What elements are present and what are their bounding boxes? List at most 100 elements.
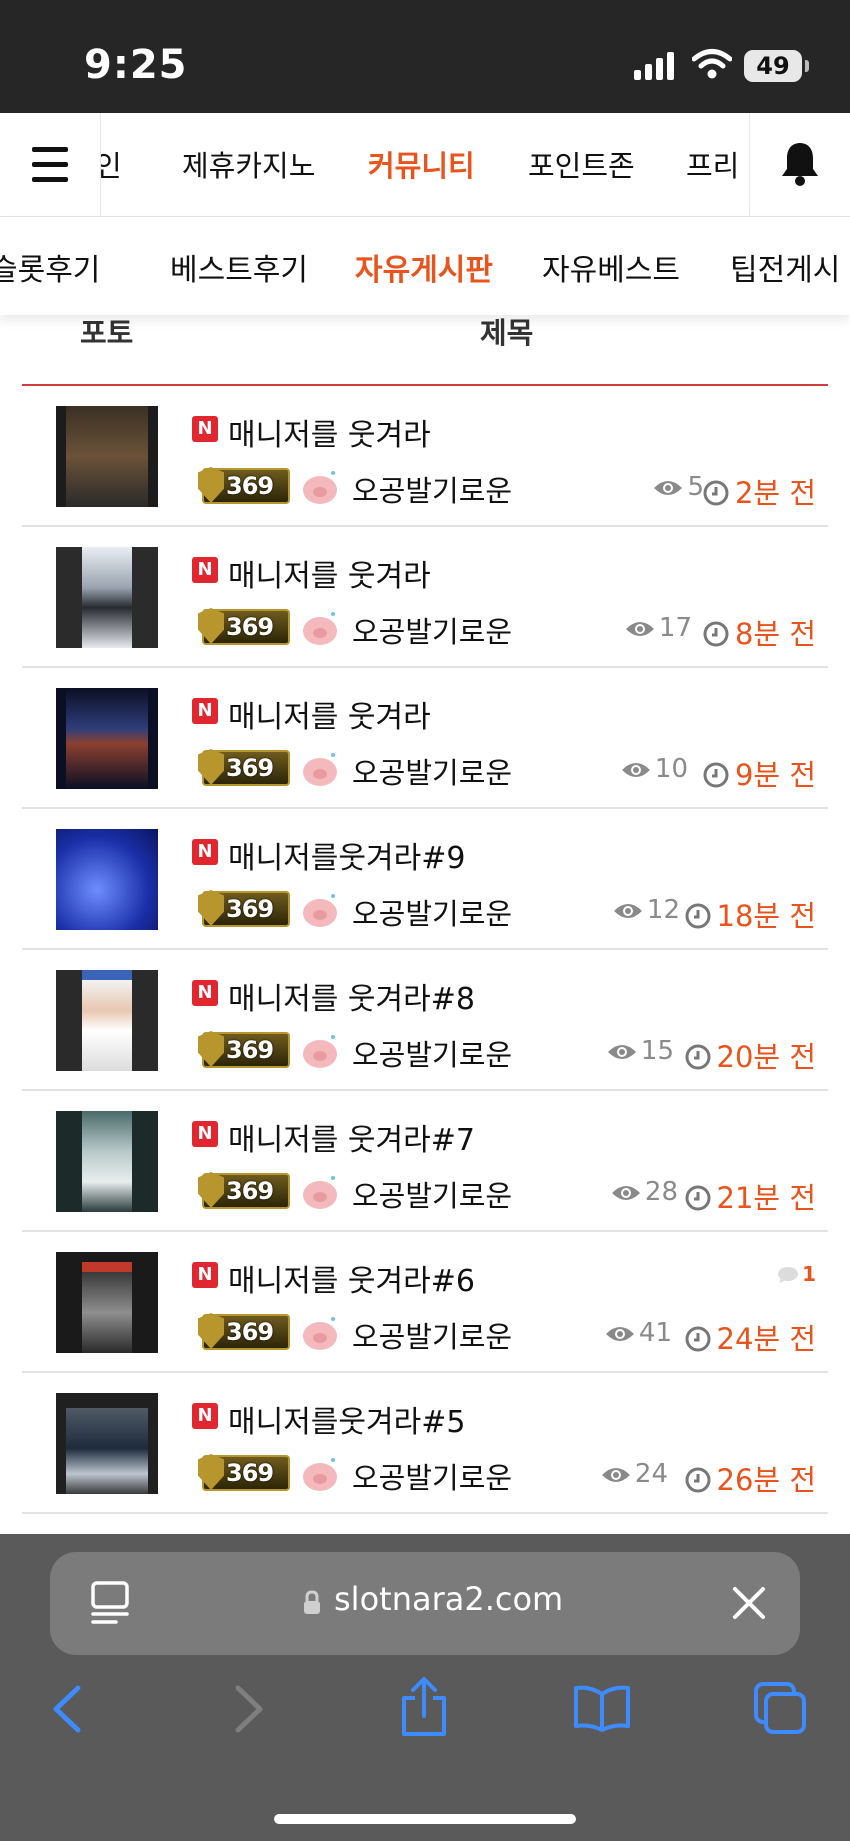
view-count-value: 10 xyxy=(654,754,688,784)
nav-item-free[interactable]: 프리 xyxy=(686,143,739,185)
post-row[interactable]: N 매니저를 웃겨라 369 오공발기로운 17 8분 전 xyxy=(22,527,828,668)
nav-item-partner-casino[interactable]: 제휴카지노 xyxy=(182,143,315,185)
hamburger-icon xyxy=(32,162,68,167)
nav-item-partial-left[interactable]: 인 xyxy=(101,143,122,185)
eye-icon xyxy=(625,622,654,636)
bookmarks-icon[interactable] xyxy=(572,1684,632,1732)
view-count: 15 xyxy=(607,1036,674,1066)
clock-icon xyxy=(703,762,729,788)
post-author[interactable]: 오공발기로운 xyxy=(352,1173,512,1215)
hamburger-menu-button[interactable] xyxy=(0,113,101,216)
tabs-icon[interactable] xyxy=(752,1680,808,1734)
notification-button[interactable] xyxy=(749,113,850,216)
post-time: 18분 전 xyxy=(685,893,816,935)
post-title[interactable]: 매니저를 웃겨라 xyxy=(228,692,431,736)
post-author[interactable]: 오공발기로운 xyxy=(352,609,512,651)
bell-icon xyxy=(782,143,818,186)
post-author[interactable]: 오공발기로운 xyxy=(352,1314,512,1356)
clock-icon xyxy=(703,621,729,647)
post-thumbnail[interactable] xyxy=(56,829,158,930)
new-badge: N xyxy=(192,839,218,865)
post-thumbnail[interactable] xyxy=(56,1111,158,1212)
reader-mode-icon[interactable] xyxy=(90,1580,130,1626)
post-author[interactable]: 오공발기로운 xyxy=(352,1032,512,1074)
cellular-signal-icon xyxy=(634,52,674,80)
post-title[interactable]: 매니저를웃겨라#9 xyxy=(228,833,465,877)
hamburger-icon xyxy=(32,147,68,152)
view-count: 10 xyxy=(621,754,688,784)
new-badge: N xyxy=(192,698,218,724)
clock-icon xyxy=(685,903,711,929)
new-badge: N xyxy=(192,1121,218,1147)
post-title[interactable]: 매니저를 웃겨라#8 xyxy=(228,974,475,1018)
post-thumbnail[interactable] xyxy=(56,1393,158,1494)
speech-bubble-icon xyxy=(778,1267,799,1283)
post-time-value: 24분 전 xyxy=(716,1322,816,1356)
view-count-value: 41 xyxy=(638,1318,672,1348)
pig-avatar-icon xyxy=(303,1458,337,1491)
post-author[interactable]: 오공발기로운 xyxy=(352,468,512,510)
level-badge-icon: 369 xyxy=(198,1172,290,1209)
post-time: 24분 전 xyxy=(685,1316,816,1358)
post-thumbnail[interactable] xyxy=(56,1252,158,1353)
post-time: 21분 전 xyxy=(685,1175,816,1217)
status-bar: 9:25 49 xyxy=(0,0,850,113)
post-time-value: 21분 전 xyxy=(716,1181,816,1215)
level-number: 369 xyxy=(226,754,274,782)
post-list: N 매니저를 웃겨라 369 오공발기로운 5 2분 전 N 매니저를 웃겨라 … xyxy=(22,386,828,1514)
main-nav-scroller[interactable]: 인 제휴카지노 커뮤니티 포인트존 프리 xyxy=(101,113,749,216)
post-title[interactable]: 매니저를 웃겨라 xyxy=(228,410,431,454)
subnav-item-best-review[interactable]: 베스트후기 xyxy=(170,245,308,289)
post-row[interactable]: N 매니저를웃겨라#5 369 오공발기로운 24 26분 전 xyxy=(22,1373,828,1514)
share-icon[interactable] xyxy=(398,1676,450,1738)
nav-item-point-zone[interactable]: 포인트존 xyxy=(528,143,635,185)
level-number: 369 xyxy=(226,472,274,500)
post-row[interactable]: N 매니저를 웃겨라 369 오공발기로운 10 9분 전 xyxy=(22,668,828,809)
url-text[interactable]: slotnara2.com xyxy=(334,1580,563,1618)
post-author[interactable]: 오공발기로운 xyxy=(352,750,512,792)
back-icon[interactable] xyxy=(50,1684,84,1734)
view-count: 24 xyxy=(601,1459,668,1489)
home-indicator[interactable] xyxy=(274,1814,576,1824)
post-row[interactable]: N 매니저를웃겨라#9 369 오공발기로운 12 18분 전 xyxy=(22,809,828,950)
view-count-value: 17 xyxy=(658,613,692,643)
post-thumbnail[interactable] xyxy=(56,688,158,789)
post-row[interactable]: N 매니저를 웃겨라#8 369 오공발기로운 15 20분 전 xyxy=(22,950,828,1091)
view-count-value: 15 xyxy=(640,1036,674,1066)
post-title[interactable]: 매니저를 웃겨라#6 xyxy=(228,1256,475,1300)
post-author[interactable]: 오공발기로운 xyxy=(352,1455,512,1497)
view-count: 5 xyxy=(653,472,704,502)
new-badge: N xyxy=(192,980,218,1006)
subnav-item-free-best[interactable]: 자유베스트 xyxy=(542,245,680,289)
level-badge-icon: 369 xyxy=(198,1031,290,1068)
subnav-item-free-board[interactable]: 자유게시판 xyxy=(355,245,493,289)
level-badge-icon: 369 xyxy=(198,608,290,645)
forward-icon[interactable] xyxy=(232,1684,266,1734)
address-bar[interactable]: slotnara2.com xyxy=(50,1552,800,1655)
clock-icon xyxy=(685,1044,711,1070)
pig-avatar-icon xyxy=(303,612,337,645)
post-title[interactable]: 매니저를 웃겨라#7 xyxy=(228,1115,475,1159)
post-thumbnail[interactable] xyxy=(56,970,158,1071)
post-time: 20분 전 xyxy=(685,1034,816,1076)
post-row[interactable]: N 매니저를 웃겨라 369 오공발기로운 5 2분 전 xyxy=(22,386,828,527)
nav-item-community[interactable]: 커뮤니티 xyxy=(368,143,475,185)
post-thumbnail[interactable] xyxy=(56,547,158,648)
post-row[interactable]: N 매니저를 웃겨라#7 369 오공발기로운 28 21분 전 xyxy=(22,1091,828,1232)
post-row[interactable]: N 매니저를 웃겨라#6 1 369 오공발기로운 41 24분 전 xyxy=(22,1232,828,1373)
pig-avatar-icon xyxy=(303,1317,337,1350)
level-badge-icon: 369 xyxy=(198,1454,290,1491)
pig-avatar-icon xyxy=(303,1035,337,1068)
post-time: 9분 전 xyxy=(703,752,816,794)
post-title[interactable]: 매니저를웃겨라#5 xyxy=(228,1397,465,1441)
comment-count: 1 xyxy=(777,1262,816,1286)
close-icon[interactable] xyxy=(730,1584,768,1622)
subnav-item-slot-review[interactable]: 슬롯후기 xyxy=(0,245,100,289)
post-time-value: 26분 전 xyxy=(716,1463,816,1497)
post-title[interactable]: 매니저를 웃겨라 xyxy=(228,551,431,595)
post-thumbnail[interactable] xyxy=(56,406,158,507)
post-author[interactable]: 오공발기로운 xyxy=(352,891,512,933)
wifi-icon xyxy=(692,49,732,79)
new-badge: N xyxy=(192,557,218,583)
subnav-item-tip-board[interactable]: 팁전게시 xyxy=(730,245,840,289)
